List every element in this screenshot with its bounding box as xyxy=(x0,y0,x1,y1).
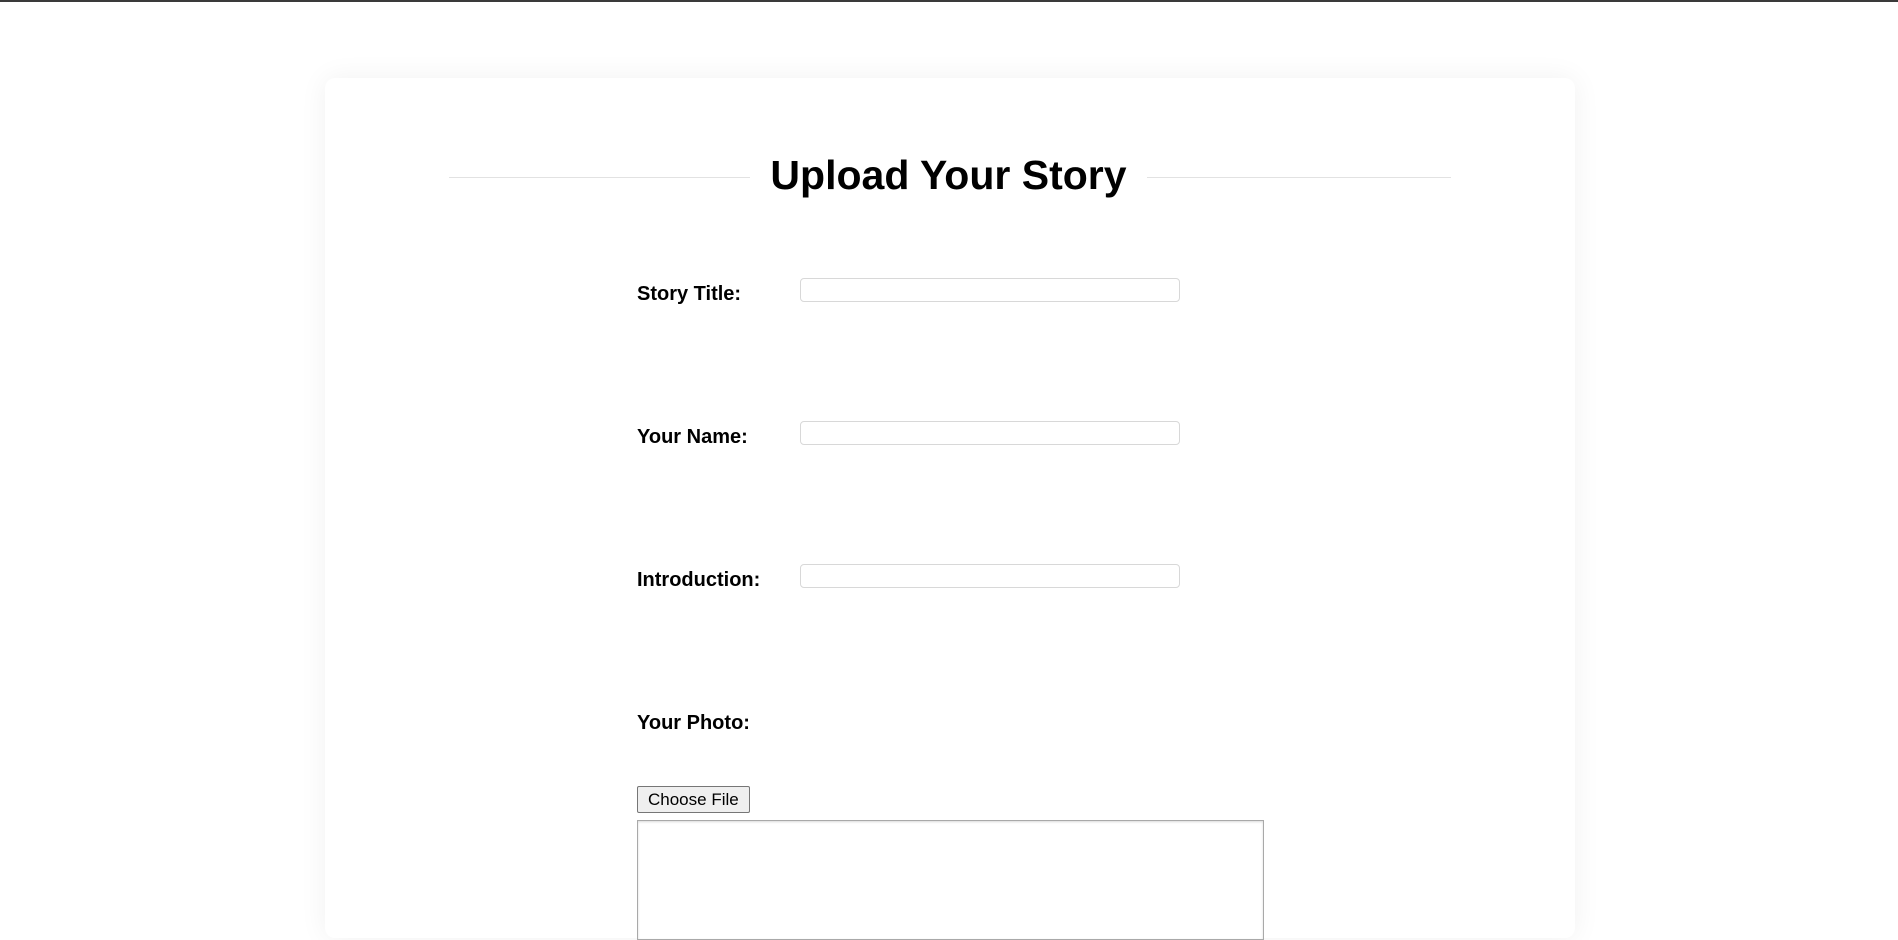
your-name-input[interactable] xyxy=(800,421,1180,445)
introduction-input[interactable] xyxy=(800,564,1180,588)
choose-file-button[interactable]: Choose File xyxy=(637,786,750,813)
heading-divider-right xyxy=(1147,177,1451,178)
your-name-label: Your Name: xyxy=(637,426,748,448)
story-title-input[interactable] xyxy=(800,278,1180,302)
introduction-label: Introduction: xyxy=(637,569,761,591)
upload-story-card: Upload Your Story Story Title: Your Name… xyxy=(325,78,1575,940)
page-title: Upload Your Story xyxy=(770,152,1127,198)
top-border xyxy=(0,0,1898,2)
photo-preview-box xyxy=(637,820,1264,940)
heading-divider-left xyxy=(449,177,750,178)
story-title-label: Story Title: xyxy=(637,283,742,305)
your-photo-label: Your Photo: xyxy=(637,712,750,734)
